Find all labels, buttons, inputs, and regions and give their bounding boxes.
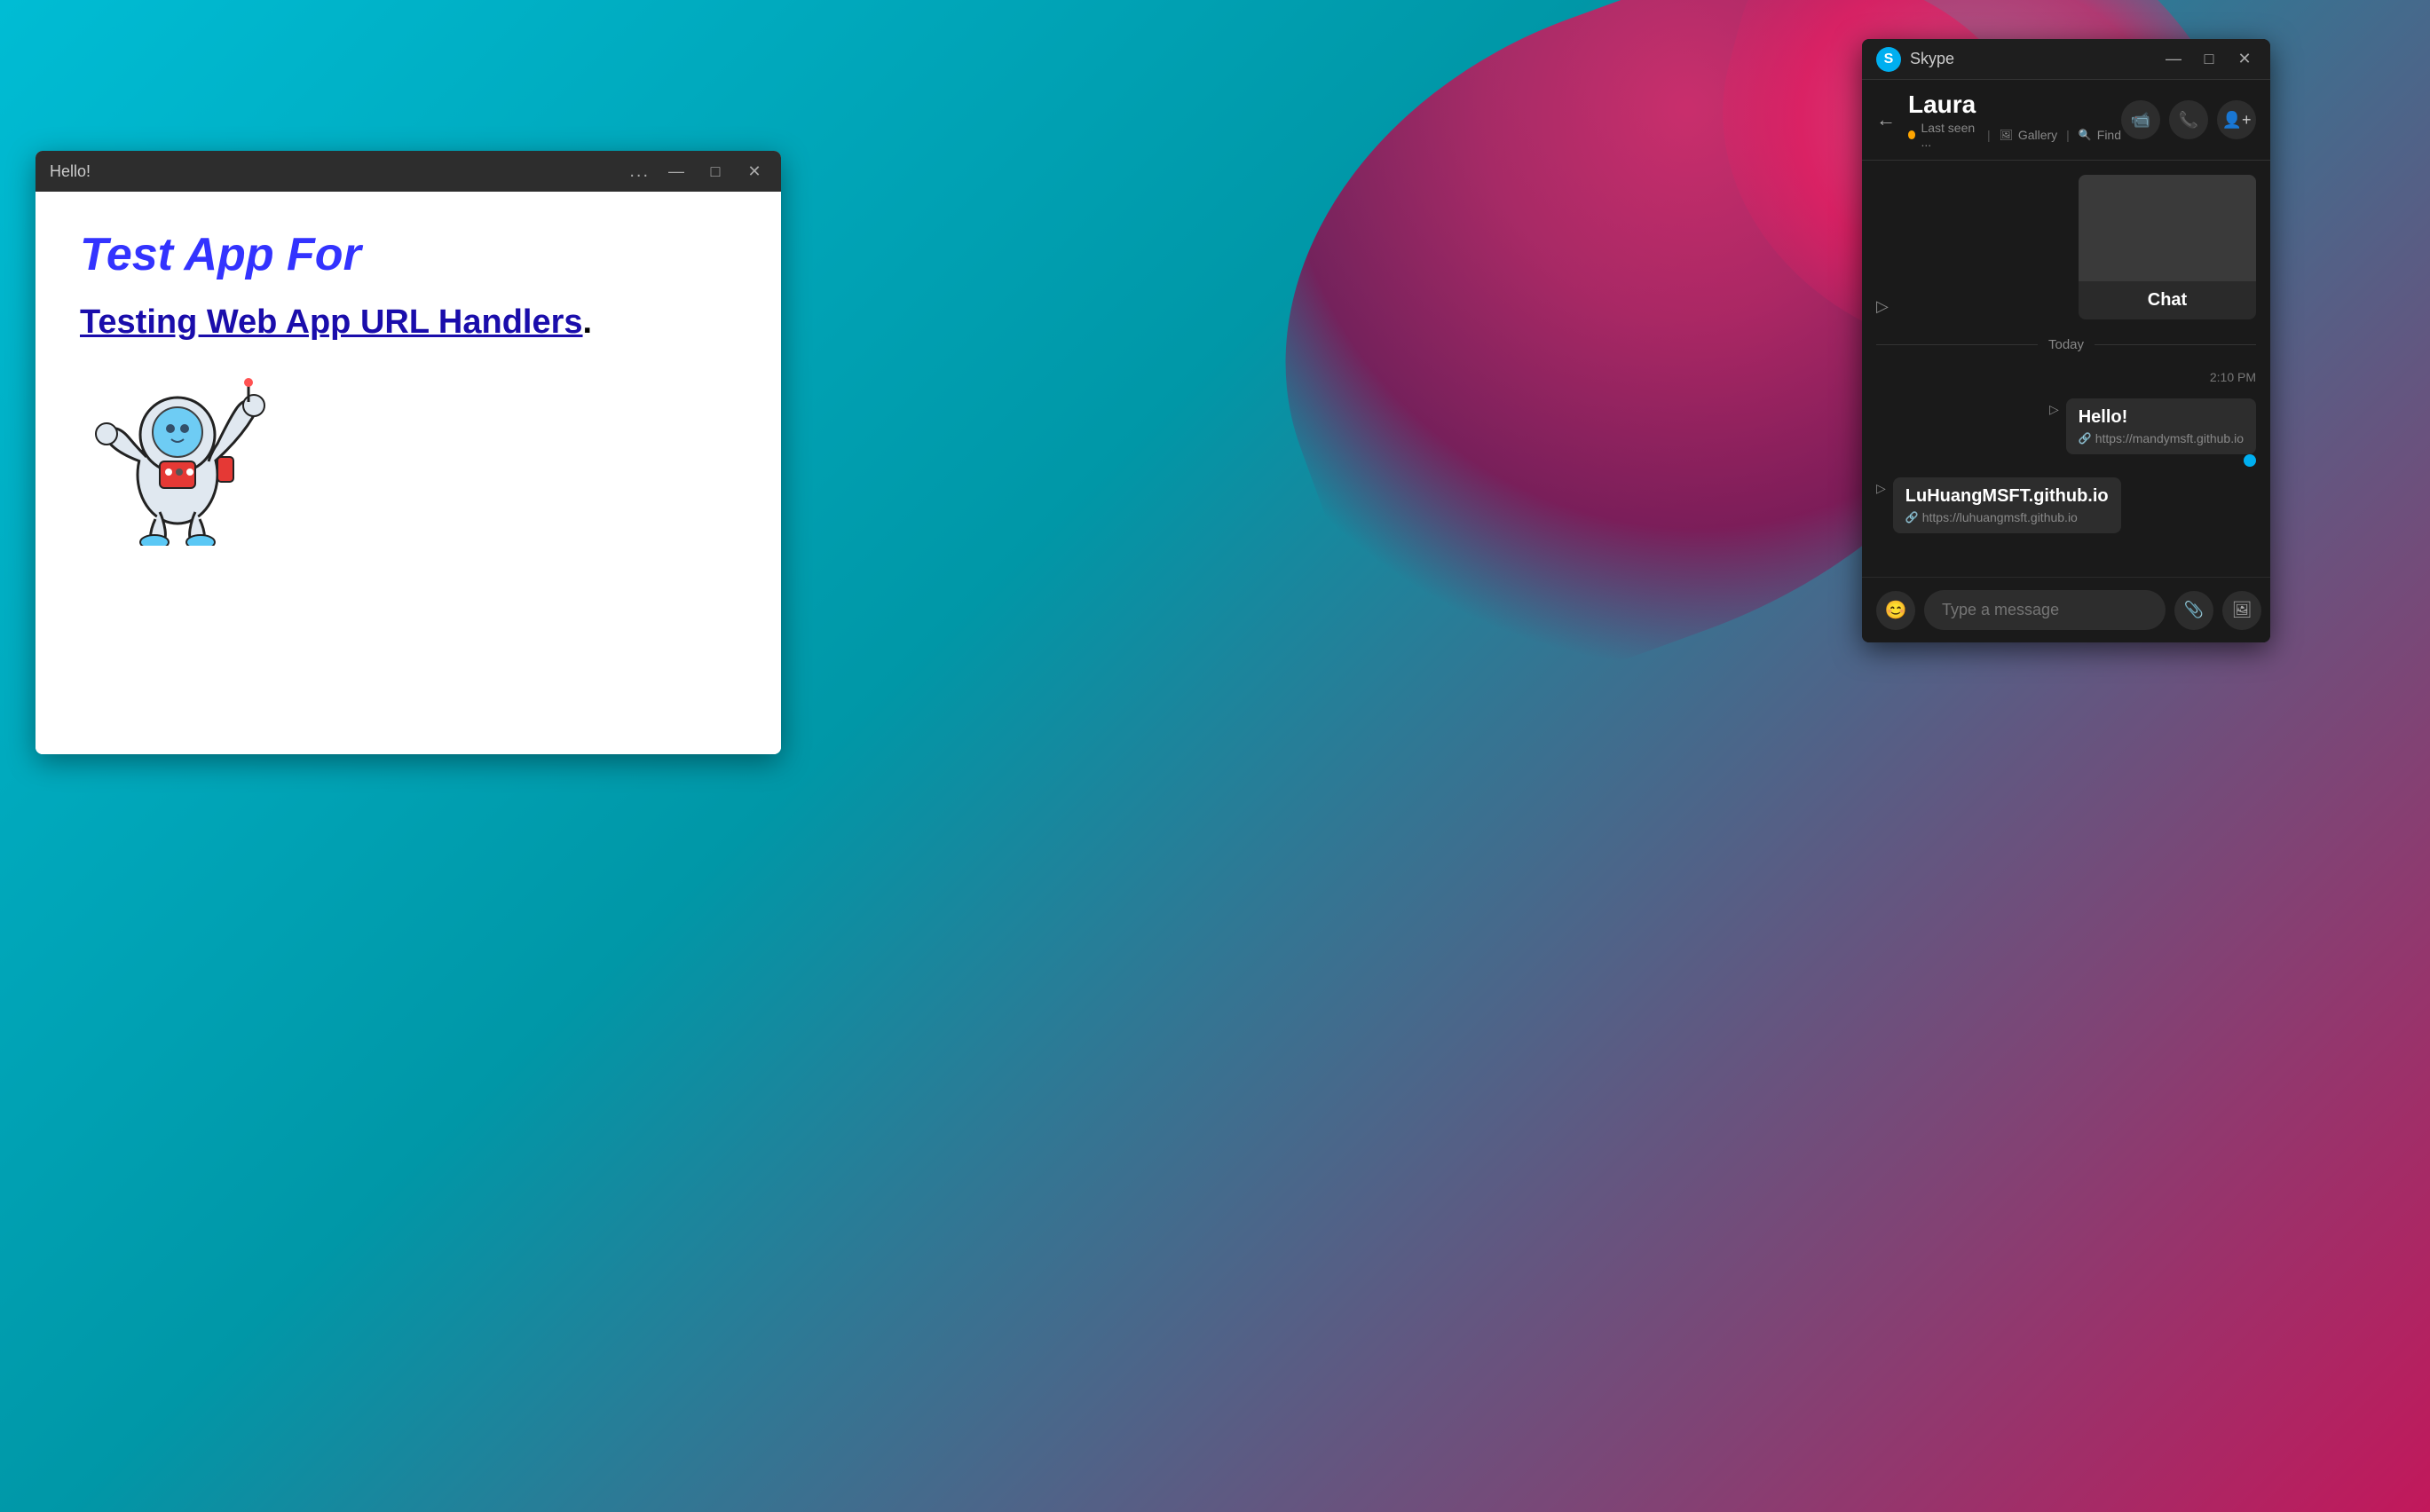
skype-window: S Skype — □ ✕ ← Laura Last seen ... | 🖼 … bbox=[1862, 39, 2270, 642]
astronaut-illustration bbox=[80, 368, 275, 546]
message-2-row: ▷ LuHuangMSFT.github.io 🔗 https://luhuan… bbox=[1876, 477, 2121, 533]
astronaut-svg bbox=[80, 368, 275, 546]
skype-app-title: Skype bbox=[1910, 50, 2162, 68]
message-input[interactable] bbox=[1924, 590, 2166, 630]
gallery-link[interactable]: Gallery bbox=[2018, 128, 2057, 142]
skype-logo-icon: S bbox=[1876, 47, 1901, 72]
skype-titlebar: S Skype — □ ✕ bbox=[1862, 39, 2270, 80]
status-dot-icon bbox=[1908, 130, 1915, 139]
message-2-link[interactable]: 🔗 https://luhuangmsft.github.io bbox=[1905, 510, 2109, 524]
voice-call-button[interactable]: 📞 bbox=[2169, 100, 2208, 139]
contact-info: Laura Last seen ... | 🖼 Gallery | 🔍 Find bbox=[1908, 91, 2121, 149]
webapp-maximize-button[interactable]: □ bbox=[703, 159, 728, 184]
status-text: Last seen ... bbox=[1921, 121, 1977, 149]
chat-card-label: Chat bbox=[2079, 281, 2256, 319]
back-button[interactable]: ← bbox=[1876, 108, 1896, 131]
message-1-status-dot bbox=[2244, 454, 2256, 467]
chat-card-row: ▷ Chat bbox=[1876, 175, 2256, 319]
chat-card-image bbox=[2079, 175, 2256, 281]
webapp-link[interactable]: Testing Web App URL Handlers bbox=[80, 303, 583, 341]
contact-name: Laura bbox=[1908, 91, 2121, 119]
webapp-link-period: . bbox=[583, 303, 593, 341]
divider-line-right bbox=[2095, 344, 2256, 345]
message-1-link[interactable]: 🔗 https://mandymsft.github.io bbox=[2079, 431, 2244, 445]
webapp-title: Hello! bbox=[50, 162, 629, 181]
link-icon-2: 🔗 bbox=[1905, 511, 1919, 524]
attachment-button[interactable]: 📎 bbox=[2174, 591, 2213, 630]
chat-preview-card: Chat bbox=[2079, 175, 2256, 319]
webapp-minimize-button[interactable]: — bbox=[664, 159, 689, 184]
contact-status: Last seen ... | 🖼 Gallery | 🔍 Find bbox=[1908, 121, 2121, 149]
webapp-titlebar-controls: ... — □ ✕ bbox=[629, 159, 767, 184]
message-1-row: ▷ Hello! 🔗 https://mandymsft.github.io bbox=[2049, 398, 2256, 454]
skype-titlebar-controls: — □ ✕ bbox=[2162, 48, 2256, 71]
video-call-button[interactable]: 📹 bbox=[2121, 100, 2160, 139]
find-link[interactable]: Find bbox=[2097, 128, 2121, 142]
message-1-text: Hello! bbox=[2079, 407, 2244, 428]
message-1-bubble: Hello! 🔗 https://mandymsft.github.io bbox=[2066, 398, 2256, 454]
message-timestamp: 2:10 PM bbox=[1876, 370, 2256, 384]
webapp-content: Test App For Testing Web App URL Handler… bbox=[36, 192, 781, 754]
chat-area: ▷ Chat Today 2:10 PM ▷ Hello! 🔗 https bbox=[1862, 161, 2270, 577]
message-2-bubble: LuHuangMSFT.github.io 🔗 https://luhuangm… bbox=[1893, 477, 2121, 533]
send-status-icon: ▷ bbox=[1876, 297, 1889, 316]
webapp-titlebar: Hello! ... — □ ✕ bbox=[36, 151, 781, 192]
emoji-button[interactable]: 😊 bbox=[1876, 591, 1915, 630]
add-person-button[interactable]: 👤+ bbox=[2217, 100, 2256, 139]
skype-contact-header: ← Laura Last seen ... | 🖼 Gallery | 🔍 Fi… bbox=[1862, 80, 2270, 161]
message-2-status-icon: ▷ bbox=[1876, 481, 1886, 496]
message-1-container: ▷ Hello! 🔗 https://mandymsft.github.io bbox=[1876, 398, 2256, 467]
gallery-icon: 🖼 bbox=[2000, 129, 2013, 141]
webapp-link-container: Testing Web App URL Handlers. bbox=[80, 303, 737, 342]
header-actions: 📹 📞 👤+ bbox=[2121, 100, 2256, 139]
webapp-window: Hello! ... — □ ✕ Test App For Testing We… bbox=[36, 151, 781, 754]
today-divider: Today bbox=[1876, 337, 2256, 352]
image-button[interactable]: 🖼 bbox=[2222, 591, 2261, 630]
chat-input-area: 😊 📎 🖼 🎤 ⋯ bbox=[1862, 577, 2270, 642]
image-icon: 🖼 bbox=[2232, 601, 2252, 619]
skype-maximize-button[interactable]: □ bbox=[2197, 48, 2221, 71]
emoji-icon: 😊 bbox=[1885, 599, 1907, 621]
today-label: Today bbox=[2048, 337, 2084, 352]
titlebar-dots[interactable]: ... bbox=[629, 161, 650, 182]
message-2-container: ▷ LuHuangMSFT.github.io 🔗 https://luhuan… bbox=[1876, 477, 2256, 533]
webapp-heading: Test App For bbox=[80, 227, 737, 282]
message-1-status-icon: ▷ bbox=[2049, 402, 2059, 417]
divider-line-left bbox=[1876, 344, 2038, 345]
link-icon: 🔗 bbox=[2079, 432, 2092, 445]
find-icon: 🔍 bbox=[2079, 129, 2092, 141]
message-2-link-text: https://luhuangmsft.github.io bbox=[1922, 510, 2078, 524]
webapp-close-button[interactable]: ✕ bbox=[742, 159, 767, 184]
skype-minimize-button[interactable]: — bbox=[2162, 48, 2185, 71]
message-1-link-text: https://mandymsft.github.io bbox=[2095, 431, 2244, 445]
message-2-text: LuHuangMSFT.github.io bbox=[1905, 486, 2109, 507]
attachment-icon: 📎 bbox=[2184, 601, 2204, 619]
skype-close-button[interactable]: ✕ bbox=[2233, 48, 2256, 71]
